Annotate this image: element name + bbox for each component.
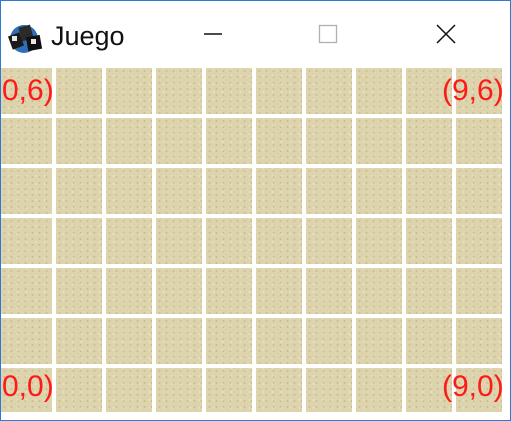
board-tile[interactable] <box>156 318 202 364</box>
board-tile[interactable] <box>1 168 52 214</box>
board-tile[interactable] <box>1 218 52 264</box>
board-tile[interactable] <box>406 118 452 164</box>
coord-label-top-left: 0,6) <box>2 74 54 107</box>
board-tile[interactable] <box>156 168 202 214</box>
board-tile[interactable] <box>56 218 102 264</box>
board-tile[interactable] <box>206 68 252 114</box>
coord-label-bottom-left: 0,0) <box>2 370 54 403</box>
board-tile[interactable] <box>206 218 252 264</box>
board-tile[interactable] <box>256 118 302 164</box>
board-tile[interactable] <box>206 118 252 164</box>
board-tile[interactable] <box>456 118 502 164</box>
board-tile[interactable] <box>406 168 452 214</box>
board-tile[interactable] <box>106 68 152 114</box>
maximize-button[interactable] <box>296 9 360 59</box>
board-tile[interactable] <box>456 218 502 264</box>
board-tile[interactable] <box>256 68 302 114</box>
board-tile[interactable] <box>356 318 402 364</box>
board-tile[interactable] <box>206 168 252 214</box>
board-tile[interactable] <box>56 318 102 364</box>
title-bar[interactable]: Juego <box>1 1 510 64</box>
board-tile[interactable] <box>356 68 402 114</box>
board-tile[interactable] <box>406 318 452 364</box>
board-tile[interactable] <box>156 368 202 412</box>
board-tile[interactable] <box>156 118 202 164</box>
board-tile[interactable] <box>306 68 352 114</box>
board-tile[interactable] <box>156 68 202 114</box>
board-tile[interactable] <box>256 368 302 412</box>
maximize-icon <box>318 24 338 44</box>
board-tile[interactable] <box>1 268 52 314</box>
board-tile[interactable] <box>106 168 152 214</box>
coord-label-top-right: (9,6) <box>442 74 504 107</box>
board-tile[interactable] <box>356 168 402 214</box>
window-title: Juego <box>51 21 125 51</box>
board-tile[interactable] <box>106 118 152 164</box>
board-tile[interactable] <box>1 318 52 364</box>
board-tile[interactable] <box>256 168 302 214</box>
board-tile[interactable] <box>56 268 102 314</box>
board-tile[interactable] <box>356 368 402 412</box>
board-tile[interactable] <box>106 318 152 364</box>
board-tile[interactable] <box>406 268 452 314</box>
board-tile[interactable] <box>256 318 302 364</box>
board-tile[interactable] <box>356 268 402 314</box>
close-button[interactable] <box>414 9 478 59</box>
close-icon <box>436 24 456 44</box>
board-tile[interactable] <box>306 318 352 364</box>
board-tile[interactable] <box>56 118 102 164</box>
board-tile[interactable] <box>206 268 252 314</box>
board-tile[interactable] <box>156 268 202 314</box>
board-tile[interactable] <box>306 218 352 264</box>
coord-label-bottom-right: (9,0) <box>442 370 504 403</box>
board-tile[interactable] <box>406 218 452 264</box>
minimize-button[interactable] <box>181 9 245 59</box>
board-tile[interactable] <box>306 118 352 164</box>
game-board[interactable]: 0,6) (9,6) 0,0) (9,0) <box>1 64 510 412</box>
board-tile[interactable] <box>106 268 152 314</box>
board-tile[interactable] <box>56 168 102 214</box>
board-tile[interactable] <box>206 368 252 412</box>
game-window: Juego 0,6) (9,6) 0,0) (9,0) <box>0 0 511 421</box>
board-tile[interactable] <box>256 218 302 264</box>
board-tile[interactable] <box>56 68 102 114</box>
board-tile[interactable] <box>456 318 502 364</box>
board-tile[interactable] <box>106 218 152 264</box>
board-tile[interactable] <box>456 168 502 214</box>
board-tile[interactable] <box>56 368 102 412</box>
board-tile[interactable] <box>306 268 352 314</box>
board-tile[interactable] <box>356 218 402 264</box>
board-tile[interactable] <box>306 168 352 214</box>
board-tile[interactable] <box>106 368 152 412</box>
board-tile[interactable] <box>456 268 502 314</box>
board-tile[interactable] <box>356 118 402 164</box>
board-tile[interactable] <box>1 118 52 164</box>
board-tile[interactable] <box>156 218 202 264</box>
board-tile[interactable] <box>206 318 252 364</box>
board-tile[interactable] <box>256 268 302 314</box>
board-tile[interactable] <box>306 368 352 412</box>
game-app-icon[interactable] <box>7 22 47 56</box>
minimize-icon <box>204 33 222 35</box>
